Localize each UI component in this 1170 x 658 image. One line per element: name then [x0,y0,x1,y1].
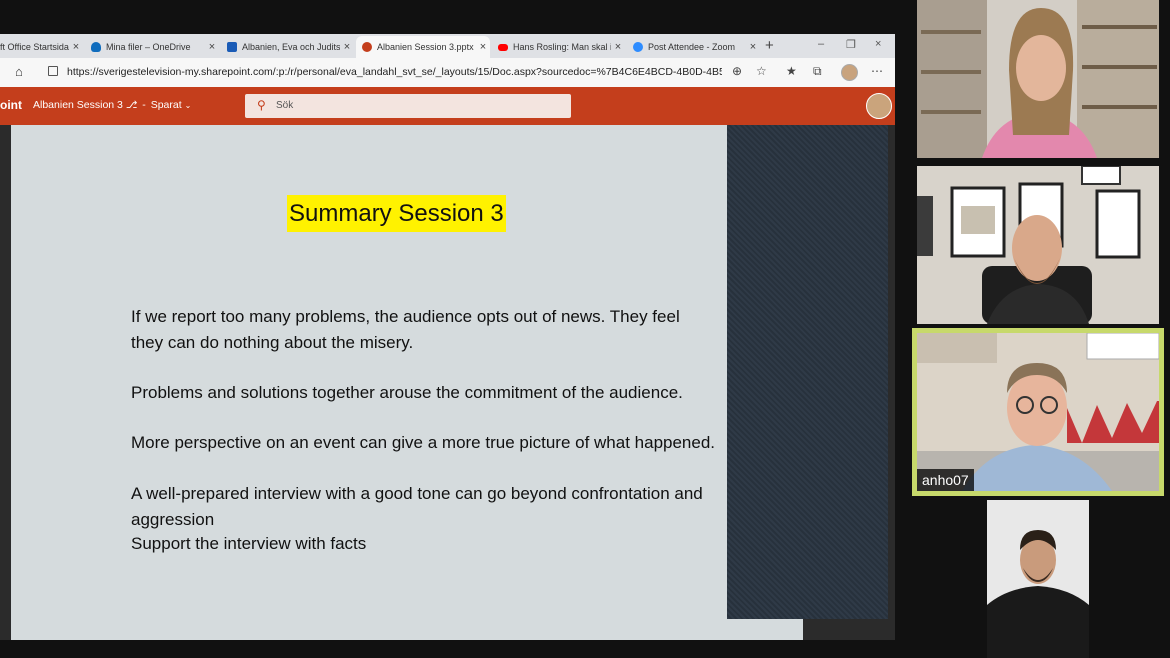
participant-name-label: anho07 [917,469,974,491]
url-field[interactable]: https://sverigestelevision-my.sharepoint… [67,66,722,78]
tab-label: Albanien, Eva och Judits ldå [242,42,340,52]
saved-status[interactable]: Sparat [151,99,182,111]
video-frame [987,500,1089,658]
tab-label: ft Office Startsida [0,42,69,52]
tab-office-startsida[interactable]: ft Office Startsida × [0,36,83,58]
video-frame [917,0,1159,158]
participant-video-1[interactable] [917,0,1159,158]
word-icon [227,42,237,52]
slide-paragraph: Problems and solutions together arouse t… [131,383,683,402]
slide-canvas: Summary Session 3 If we report too many … [11,125,803,640]
more-menu-icon[interactable]: ⋯ [871,64,883,78]
profile-avatar[interactable] [841,64,858,81]
new-tab-icon[interactable]: + [765,37,774,54]
tab-label: Post Attendee - Zoom [648,42,736,52]
chevron-down-icon[interactable]: ⌄ [185,101,192,110]
tab-onedrive[interactable]: Mina filer – OneDrive × [85,36,219,58]
tab-close-icon[interactable]: × [69,41,83,53]
document-title[interactable]: Albanien Session 3 [33,99,123,111]
tab-zoom[interactable]: Post Attendee - Zoom × [627,36,760,58]
powerpoint-icon [362,42,372,52]
tab-label: Albanien Session 3.pptx [377,42,474,52]
window-close-icon[interactable]: × [875,38,881,50]
browser-tab-bar: ft Office Startsida × Mina filer – OneDr… [0,34,895,58]
document-title-area[interactable]: Albanien Session 3 ⎇ - Sparat ⌄ [33,99,191,111]
onedrive-cloud-icon [91,42,101,52]
search-box[interactable]: ⚲ Sök [245,94,571,118]
lock-icon[interactable] [48,66,58,76]
collections-icon[interactable]: ★ [786,64,797,78]
shared-screen: ft Office Startsida × Mina filer – OneDr… [0,34,895,640]
minimize-icon[interactable]: – [818,38,824,50]
participant-video-2[interactable] [917,166,1159,324]
address-bar-row: ⌂ https://sverigestelevision-my.sharepoi… [0,58,895,88]
tab-label: Hans Rosling: Man skal ikke [513,42,611,52]
tab-youtube[interactable]: Hans Rosling: Man skal ikke × [492,36,625,58]
tab-close-icon[interactable]: × [746,41,760,53]
app-brand: oint [0,98,22,112]
video-frame [917,166,1159,324]
participant-video-3-active-speaker[interactable]: anho07 [912,328,1164,496]
share-icon[interactable]: ⎇ [126,100,138,111]
tab-close-icon[interactable]: × [476,41,490,53]
search-icon: ⚲ [257,98,266,112]
user-avatar[interactable] [866,93,892,119]
slide-paragraph: More perspective on an event can give a … [131,433,716,452]
tab-close-icon[interactable]: × [340,41,354,53]
search-placeholder: Sök [276,100,294,111]
tab-close-icon[interactable]: × [205,41,219,53]
extensions-icon[interactable]: ⧉ [813,64,822,79]
powerpoint-header: oint Albanien Session 3 ⎇ - Sparat ⌄ ⚲ S… [0,87,895,125]
slide-title: Summary Session 3 [287,195,506,232]
slide-paragraph: Support the interview with facts [131,534,367,553]
tab-label: Mina filer – OneDrive [106,42,191,52]
tab-powerpoint-active[interactable]: Albanien Session 3.pptx × [356,36,490,58]
zoom-icon [633,42,643,52]
slide-paragraph: If we report too many problems, the audi… [131,307,680,352]
zoom-icon[interactable]: ⊕ [732,64,742,78]
title-separator: - [142,99,146,111]
youtube-icon [498,43,508,51]
tab-word-document[interactable]: Albanien, Eva och Judits ldå × [221,36,354,58]
video-frame: anho07 [917,333,1159,491]
video-scene [917,333,1159,491]
participant-video-4[interactable] [987,500,1089,658]
tab-close-icon[interactable]: × [611,41,625,53]
slide-right-panel [727,125,888,619]
favorites-star-icon[interactable]: ☆ [756,64,767,78]
home-icon[interactable]: ⌂ [15,64,23,79]
maximize-icon[interactable]: ❐ [846,38,856,51]
slide-paragraph: A well-prepared interview with a good to… [131,484,703,529]
